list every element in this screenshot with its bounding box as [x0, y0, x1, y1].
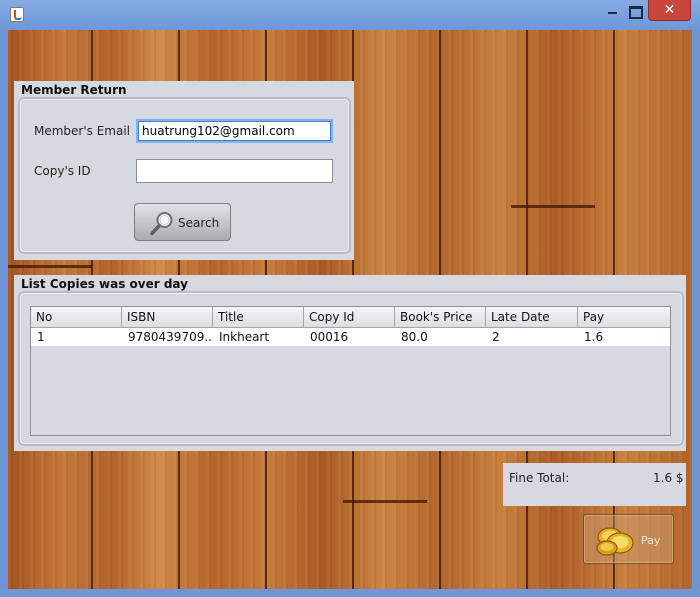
- fine-total-value: 1.6 $: [653, 471, 684, 485]
- pay-button[interactable]: Pay: [583, 514, 674, 564]
- gold-coins-icon: [596, 527, 634, 556]
- cell-copy-id: 00016: [310, 330, 349, 344]
- overdue-list-title: List Copies was over day: [21, 277, 188, 291]
- table-header: No ISBN Title Copy Id Book's Price Late …: [31, 307, 670, 328]
- fine-total-panel: Fine Total: 1.6 $: [503, 463, 686, 506]
- overdue-copies-table[interactable]: No ISBN Title Copy Id Book's Price Late …: [30, 306, 671, 436]
- close-icon: ✕: [663, 2, 676, 18]
- cell-isbn: 9780439709...: [128, 330, 213, 344]
- wood-board-joint: [8, 265, 92, 268]
- wood-board-joint: [511, 205, 595, 208]
- email-field[interactable]: [136, 119, 333, 143]
- column-header-no[interactable]: No: [31, 307, 122, 328]
- wood-board-joint: [343, 500, 427, 503]
- cell-price: 80.0: [401, 330, 428, 344]
- copy-id-field[interactable]: [136, 159, 333, 183]
- java-cup-icon: [10, 7, 24, 22]
- email-label: Member's Email: [34, 124, 131, 138]
- cell-title: Inkheart: [219, 330, 270, 344]
- copy-id-label: Copy's ID: [34, 164, 91, 178]
- table-row[interactable]: 1 9780439709... Inkheart 00016 80.0 2 1.…: [31, 328, 670, 346]
- search-button-label: Search: [178, 216, 220, 230]
- window-bottom-border: [0, 589, 700, 597]
- search-button[interactable]: Search: [134, 203, 231, 241]
- window-title-bar[interactable]: ✕: [0, 0, 700, 30]
- member-return-group: Member's Email Copy's ID Search: [18, 97, 351, 254]
- magnifier-icon: [150, 212, 173, 236]
- column-header-title[interactable]: Title: [213, 307, 304, 328]
- maximize-button[interactable]: [626, 0, 646, 21]
- minimize-button[interactable]: [600, 0, 626, 21]
- member-return-title: Member Return: [21, 83, 127, 97]
- member-return-panel: Member Return Member's Email Copy's ID S…: [14, 81, 354, 260]
- fine-total-label: Fine Total:: [509, 471, 570, 485]
- overdue-list-panel: List Copies was over day No ISBN Title C…: [14, 275, 686, 451]
- column-header-late-date[interactable]: Late Date: [486, 307, 578, 328]
- cell-late-date: 2: [492, 330, 500, 344]
- pay-button-label: Pay: [641, 534, 661, 547]
- cell-pay: 1.6: [584, 330, 604, 344]
- column-header-pay[interactable]: Pay: [578, 307, 670, 328]
- column-header-price[interactable]: Book's Price: [395, 307, 486, 328]
- overdue-list-group: No ISBN Title Copy Id Book's Price Late …: [18, 291, 684, 446]
- cell-no: 1: [37, 330, 45, 344]
- column-header-isbn[interactable]: ISBN: [122, 307, 213, 328]
- column-header-copy-id[interactable]: Copy Id: [304, 307, 395, 328]
- close-button[interactable]: ✕: [648, 0, 691, 21]
